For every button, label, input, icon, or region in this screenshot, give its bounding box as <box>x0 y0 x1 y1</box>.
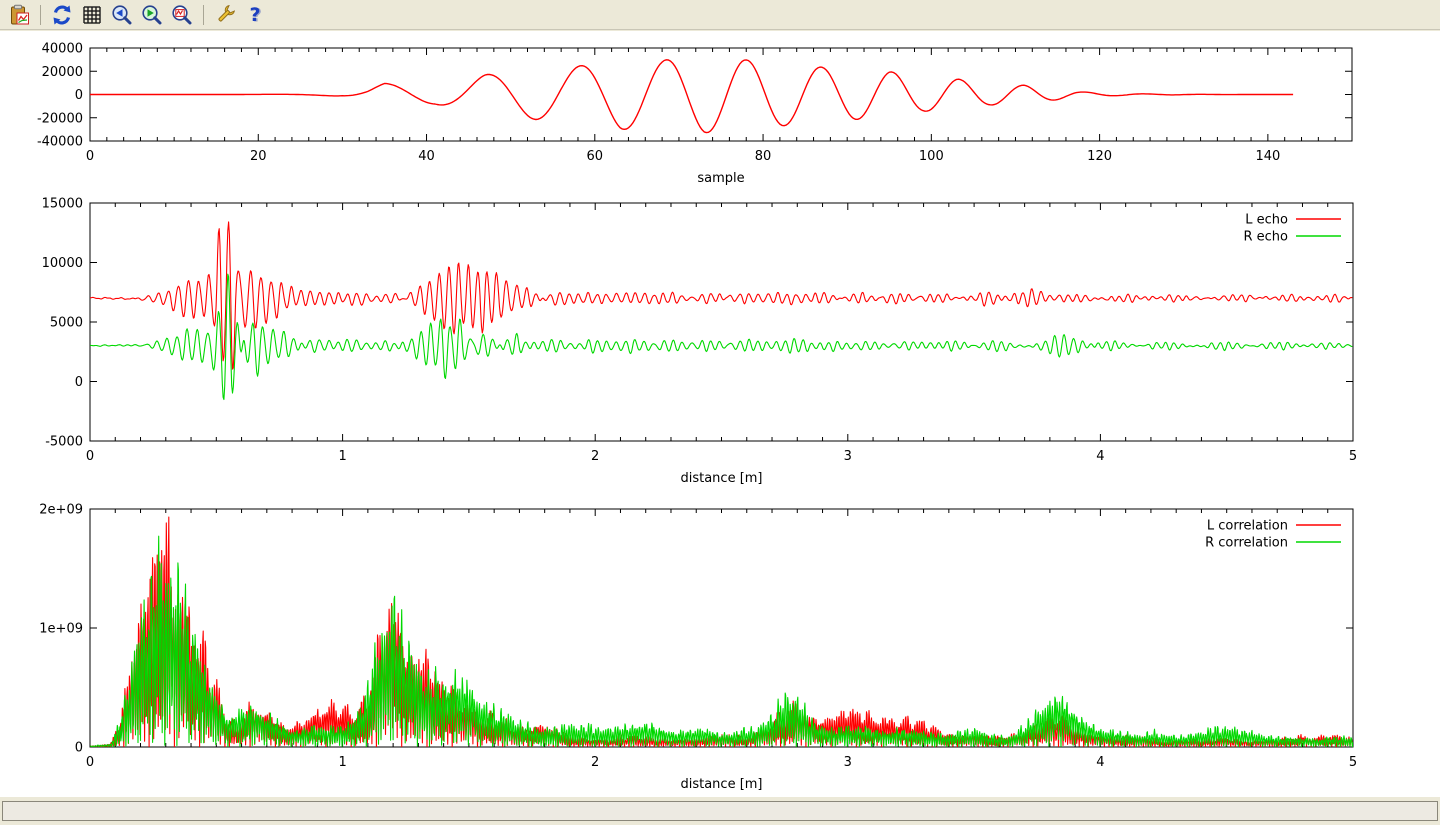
toolbar-button-configure[interactable] <box>212 2 238 28</box>
y-tick-label: -5000 <box>45 435 83 450</box>
zoom-previous-icon <box>111 4 133 26</box>
x-tick-label: 40 <box>418 149 435 164</box>
plot-area-2[interactable] <box>90 203 1353 441</box>
y-tick-label: 10000 <box>42 256 83 271</box>
toolbar-button-toggle-grid[interactable] <box>79 2 105 28</box>
toolbar: ?? <box>0 0 1440 30</box>
legend-label-r-correlation: R correlation <box>1205 536 1288 551</box>
toolbar-button-autoscale[interactable] <box>169 2 195 28</box>
toolbar-button-replot[interactable] <box>49 2 75 28</box>
x-tick-label: 140 <box>1255 149 1280 164</box>
y-tick-label: 1e+09 <box>39 622 83 637</box>
legend-label-l-correlation: L correlation <box>1207 519 1288 534</box>
help-icon: ?? <box>244 4 266 26</box>
zoom-fit-icon <box>171 4 193 26</box>
x-tick-label: 3 <box>844 755 852 770</box>
x-tick-label: 1 <box>338 449 346 464</box>
x-tick-label: 60 <box>587 149 604 164</box>
toolbar-button-help[interactable]: ?? <box>242 2 268 28</box>
x-tick-label: 5 <box>1349 449 1357 464</box>
status-bar <box>0 797 1440 825</box>
wrench-icon <box>214 4 236 26</box>
toolbar-button-zoom-previous[interactable] <box>109 2 135 28</box>
legend-label-r-echo: R echo <box>1243 230 1288 245</box>
x-tick-label: 80 <box>755 149 772 164</box>
y-tick-label: 0 <box>75 375 83 390</box>
x-tick-label: 4 <box>1096 449 1104 464</box>
toolbar-button-copy-to-clipboard[interactable] <box>6 2 32 28</box>
x-tick-label: 0 <box>86 755 94 770</box>
y-tick-label: 2e+09 <box>39 503 83 518</box>
x-tick-label: 4 <box>1096 755 1104 770</box>
chart-2: 012345-5000050001000015000L echoR echodi… <box>42 197 1358 487</box>
plot-canvas: 020406080100120140-40000-200000200004000… <box>0 31 1440 797</box>
y-tick-label: 40000 <box>42 42 83 57</box>
chart-3: 0 1 2 3 4 5 0 1e+09 2e+09 L correlation R correlat… <box>39 503 1357 793</box>
plot-area-3[interactable] <box>90 509 1353 747</box>
x-tick-label: 120 <box>1087 149 1112 164</box>
x-tick-label: 2 <box>591 755 599 770</box>
x-axis-label: sample <box>697 171 744 186</box>
x-tick-label: 100 <box>919 149 944 164</box>
x-axis-label: distance [m] <box>680 777 762 792</box>
y-tick-label: -20000 <box>37 111 83 126</box>
y-tick-label: 0 <box>75 741 83 756</box>
x-tick-label: 0 <box>86 449 94 464</box>
grid-icon <box>81 4 103 26</box>
x-tick-label: 5 <box>1349 755 1357 770</box>
x-tick-label: 0 <box>86 149 94 164</box>
plots-svg: 020406080100120140-40000-200000200004000… <box>0 31 1440 797</box>
x-tick-label: 1 <box>338 755 346 770</box>
gnuplot-window: ?? 020406080100120140-40000-200000200004… <box>0 0 1440 825</box>
y-tick-label: 0 <box>75 88 83 103</box>
y-tick-label: 15000 <box>42 197 83 212</box>
toolbar-separator <box>203 5 204 25</box>
legend-label-l-echo: L echo <box>1245 213 1288 228</box>
y-tick-label: 20000 <box>42 65 83 80</box>
x-tick-label: 20 <box>250 149 267 164</box>
x-tick-label: 3 <box>844 449 852 464</box>
y-tick-label: 5000 <box>50 316 83 331</box>
toolbar-separator <box>40 5 41 25</box>
x-axis-label: distance [m] <box>680 471 762 486</box>
zoom-next-icon <box>141 4 163 26</box>
svg-text:?: ? <box>249 4 260 26</box>
y-tick-label: -40000 <box>37 135 83 150</box>
refresh-icon <box>51 4 73 26</box>
clipboard-chart-icon <box>8 4 30 26</box>
x-tick-label: 2 <box>591 449 599 464</box>
chart-1: 0 20 40 60 80 100 120 140 -40000 -20000 0 20000 4000… <box>37 42 1352 187</box>
status-panel <box>2 801 1438 821</box>
toolbar-button-zoom-next[interactable] <box>139 2 165 28</box>
